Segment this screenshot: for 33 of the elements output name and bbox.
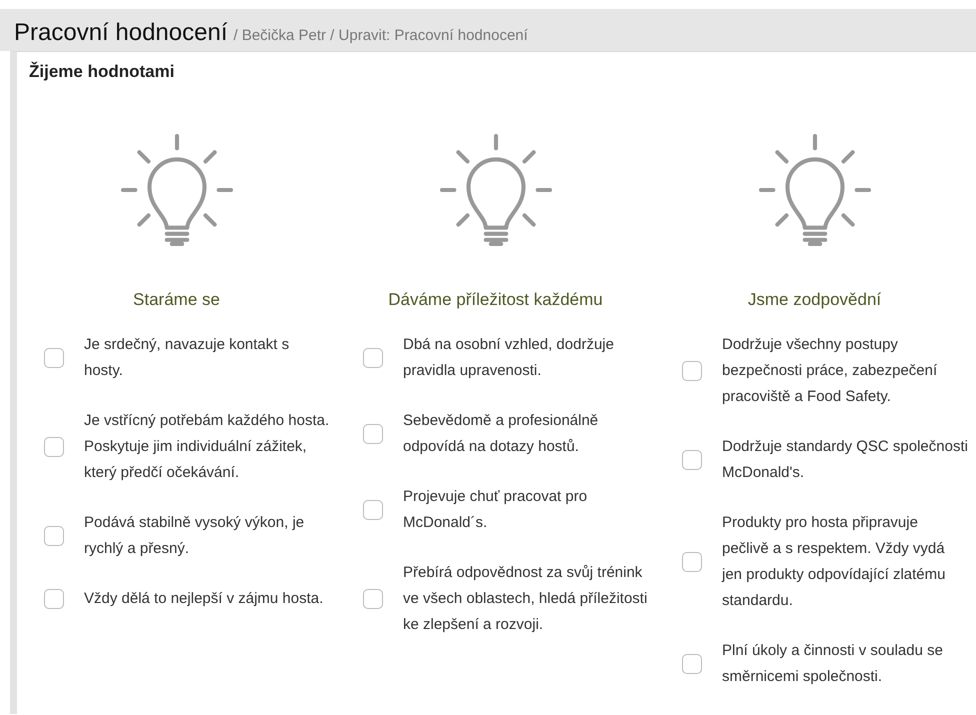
page-title: Pracovní hodnocení bbox=[14, 19, 228, 47]
checkbox[interactable] bbox=[682, 361, 702, 381]
checkbox[interactable] bbox=[363, 589, 383, 609]
checkbox[interactable] bbox=[363, 348, 383, 368]
checkbox[interactable] bbox=[44, 589, 64, 609]
checkbox-label: Dodržuje standardy QSC společnosti McDonald's. bbox=[722, 437, 968, 483]
checkbox[interactable] bbox=[44, 526, 64, 546]
checkbox[interactable] bbox=[44, 437, 64, 457]
checkbox-label: Projevuje chuť pracovat pro McDonald´s. bbox=[403, 487, 588, 533]
checkbox[interactable] bbox=[363, 424, 383, 444]
checkbox-label: Plní úkoly a činnosti v souladu se směrnicemi společnosti. bbox=[722, 641, 944, 687]
checkbox-label: Dbá na osobní vzhled, dodržuje pravidla upravenosti. bbox=[403, 335, 615, 381]
checkbox[interactable] bbox=[363, 500, 383, 520]
checkbox[interactable] bbox=[682, 450, 702, 470]
checkbox[interactable] bbox=[44, 348, 64, 368]
checkbox-label: Vždy dělá to nejlepší v zájmu hosta. bbox=[84, 589, 324, 609]
checkbox-label: Podává stabilně vysoký výkon, je rychlý a přesný. bbox=[84, 513, 306, 559]
checkbox[interactable] bbox=[682, 654, 702, 674]
checkbox[interactable] bbox=[682, 552, 702, 572]
checkbox-label: Produkty pro hosta připravuje pečlivě a s respektem. Vždy vydá jen produkty odpovídající zlatému standardu. bbox=[722, 513, 946, 611]
checkbox-label: Přebírá odpovědnost za svůj trénink ve všech oblastech, hledá příležitosti ke zlepšení a rozvoji. bbox=[403, 563, 648, 635]
value-title: Staráme se bbox=[133, 290, 220, 310]
checkbox-label: Dodržuje všechny postupy bezpečnosti práce, zabezpečení pracoviště a Food Safety. bbox=[722, 335, 938, 407]
lightbulb-icon bbox=[440, 134, 552, 246]
lightbulb-icon bbox=[120, 134, 232, 246]
checkbox-label: Je srdečný, navazuje kontakt s hosty. bbox=[84, 335, 290, 381]
lightbulb-icon bbox=[758, 134, 870, 246]
section-title: Žijeme hodnotami bbox=[29, 62, 176, 82]
checkbox-label: Je vstřícný potřebám každého hosta. Poskytuje jim individuální zážitek, který předčí očekávání. bbox=[84, 411, 330, 483]
checkbox-label: Sebevědomě a profesionálně odpovídá na dotazy hostů. bbox=[403, 411, 600, 457]
value-title: Dáváme příležitost každému bbox=[388, 290, 603, 310]
value-title: Jsme zodpovědní bbox=[748, 290, 882, 310]
breadcrumb: / Bečička Petr / Upravit: Pracovní hodnocení bbox=[233, 27, 528, 44]
